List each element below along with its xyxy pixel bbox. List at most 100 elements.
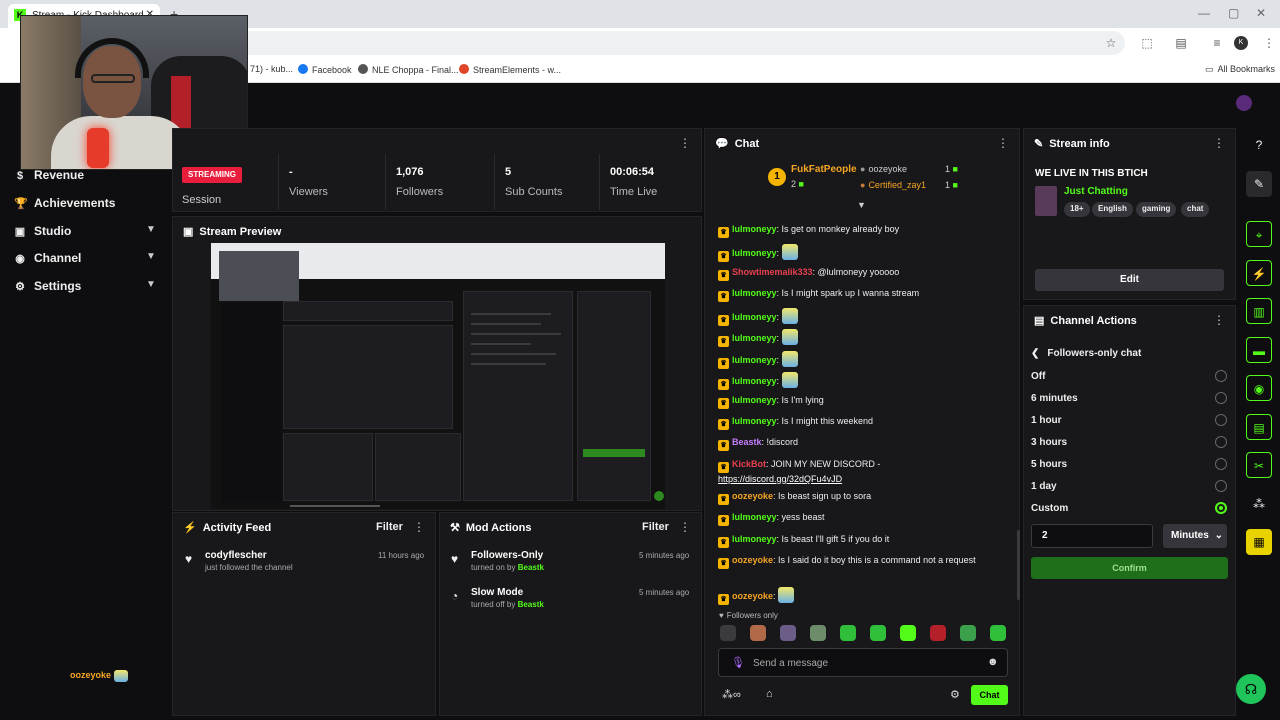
emote-icon[interactable] [780,625,796,641]
chat-username[interactable]: Beastk [732,437,762,447]
radio-6-minutes[interactable] [1215,392,1227,404]
kebab-menu-icon[interactable]: ⋮ [1213,313,1225,327]
browser-menu-icon[interactable]: ⋮ [1262,36,1276,50]
scan-icon[interactable]: ⌖ [1246,221,1272,247]
store-icon[interactable]: ⌂ [766,688,773,700]
option-custom[interactable]: Custom [1031,503,1068,514]
bookmark-1[interactable]: 71) - kub... [250,64,293,74]
window-close-icon[interactable]: ✕ [1256,6,1266,20]
chat-username[interactable]: oozeyoke [732,491,773,501]
kebab-menu-icon[interactable]: ⋮ [997,136,1009,150]
chat-username[interactable]: lulmoneyy [732,288,777,298]
chat-username[interactable]: lulmoneyy [732,376,777,386]
extensions-icon[interactable]: ⬚ [1140,36,1154,50]
support-headset-icon[interactable]: ☊ [1236,674,1266,704]
trash-icon[interactable]: ▥ [1246,298,1272,324]
emote-icon[interactable] [810,625,826,641]
tools-icon[interactable]: ✂ [1246,452,1272,478]
top-gifter-name[interactable]: FukFatPeople [791,164,857,175]
kebab-menu-icon[interactable]: ⋮ [679,520,691,534]
activity-user[interactable]: codyflescher [205,550,293,561]
layout-icon[interactable]: ▤ [1246,414,1272,440]
confirm-button[interactable]: Confirm [1031,557,1228,579]
kebab-menu-icon[interactable]: ⋮ [1213,136,1225,150]
users-icon[interactable]: ⁂ [1246,491,1272,517]
emote-icon[interactable] [960,625,976,641]
nav-revenue[interactable]: $ Revenue [14,168,84,182]
emote-icon[interactable] [720,625,736,641]
mod-filter-button[interactable]: Filter [642,521,669,533]
nav-channel[interactable]: ◉ Channel ▼ [14,251,160,265]
radio-custom[interactable] [1215,502,1227,514]
duration-unit-select[interactable]: Minutes ⌄ [1163,524,1227,548]
option-3-hours[interactable]: 3 hours [1031,437,1067,448]
radio-off[interactable] [1215,370,1227,382]
emote-icon[interactable] [750,625,766,641]
nav-achievements[interactable]: 🏆 Achievements [14,196,115,210]
radio-3-hours[interactable] [1215,436,1227,448]
emote-icon[interactable] [990,625,1006,641]
chat-username[interactable]: lulmoneyy [732,312,777,322]
stream-preview-video[interactable] [211,243,665,509]
pinned-collapse-icon[interactable]: ▼ [857,200,866,210]
chat-username[interactable]: Showtimemalik333 [732,267,813,277]
chat-username[interactable]: oozeyoke [732,555,773,565]
star-icon[interactable]: ☆ [1104,36,1118,50]
all-bookmarks[interactable]: ▭ All Bookmarks [1205,64,1275,75]
mod-action-user[interactable]: Beastk [518,600,544,609]
chat-send-button[interactable]: Chat [971,685,1008,705]
maximize-icon[interactable]: ▢ [1228,6,1239,20]
kebab-menu-icon[interactable]: ⋮ [413,520,425,534]
bookmark-nle[interactable]: NLE Choppa - Final... [358,64,459,75]
media-icon[interactable]: ▤ [1174,36,1188,50]
third-gifter[interactable]: ● Certified_zay1 [860,180,926,190]
bookmark-streamelements[interactable]: StreamElements - w... [459,64,561,75]
chat-username[interactable]: lulmoneyy [732,333,777,343]
chat-username[interactable]: lulmoneyy [732,224,777,234]
nav-settings[interactable]: ⚙ Settings ▼ [14,279,160,293]
mod-action-user[interactable]: Beastk [518,563,544,572]
radio-5-hours[interactable] [1215,458,1227,470]
broadcast-icon[interactable]: ◉ [1246,375,1272,401]
chat-username[interactable]: KickBot [732,459,766,469]
profile-avatar[interactable]: K [1234,36,1248,50]
queue-icon[interactable]: ≡ [1210,36,1224,50]
mic-icon[interactable]: 🎙 [731,656,745,669]
option-5-hours[interactable]: 5 hours [1031,459,1067,470]
radio-1-hour[interactable] [1215,414,1227,426]
minimize-icon[interactable]: — [1198,6,1210,20]
chat-username[interactable]: lulmoneyy [732,534,777,544]
nav-studio[interactable]: ▣ Studio ▼ [14,224,160,238]
radio-1-day[interactable] [1215,480,1227,492]
stream-category[interactable]: Just Chatting [1064,186,1128,197]
chat-username[interactable]: lulmoneyy [732,248,777,258]
chat-username[interactable]: oozeyoke [732,591,773,601]
option-off[interactable]: Off [1031,371,1045,382]
option-6-minutes[interactable]: 6 minutes [1031,393,1078,404]
edit-stream-info-button[interactable]: Edit [1035,269,1224,291]
chat-bubble-icon[interactable]: ▬ [1246,337,1272,363]
option-1-day[interactable]: 1 day [1031,481,1057,492]
second-gifter[interactable]: ● oozeyoke [860,164,907,174]
send-message-field[interactable]: 🎙 Send a message ☻ [718,648,1008,677]
emote-icon[interactable] [870,625,886,641]
bookmark-facebook[interactable]: Facebook [298,64,352,75]
option-1-hour[interactable]: 1 hour [1031,415,1062,426]
chat-username[interactable]: lulmoneyy [732,355,777,365]
chat-username[interactable]: lulmoneyy [732,395,777,405]
chat-link[interactable]: https://discord.gg/32dQFu4vJD [718,474,842,484]
kebab-menu-icon[interactable]: ⋮ [679,136,691,150]
chat-username[interactable]: lulmoneyy [732,512,777,522]
activity-filter-button[interactable]: Filter [376,521,403,533]
followers-only-back[interactable]: ❮ Followers-only chat [1031,348,1141,359]
chat-username[interactable]: lulmoneyy [732,416,777,426]
custom-duration-input[interactable]: 2 [1031,524,1153,548]
user-avatar[interactable] [1236,95,1252,111]
help-icon[interactable]: ? [1246,132,1272,158]
emote-icon[interactable] [840,625,856,641]
lightning-icon[interactable]: ⚡ [1246,260,1272,286]
settings-users-icon[interactable]: ⁂∞ [722,688,741,701]
chat-settings-icon[interactable]: ⚙ [950,688,960,701]
emote-icon[interactable] [930,625,946,641]
emote-icon[interactable] [900,625,916,641]
